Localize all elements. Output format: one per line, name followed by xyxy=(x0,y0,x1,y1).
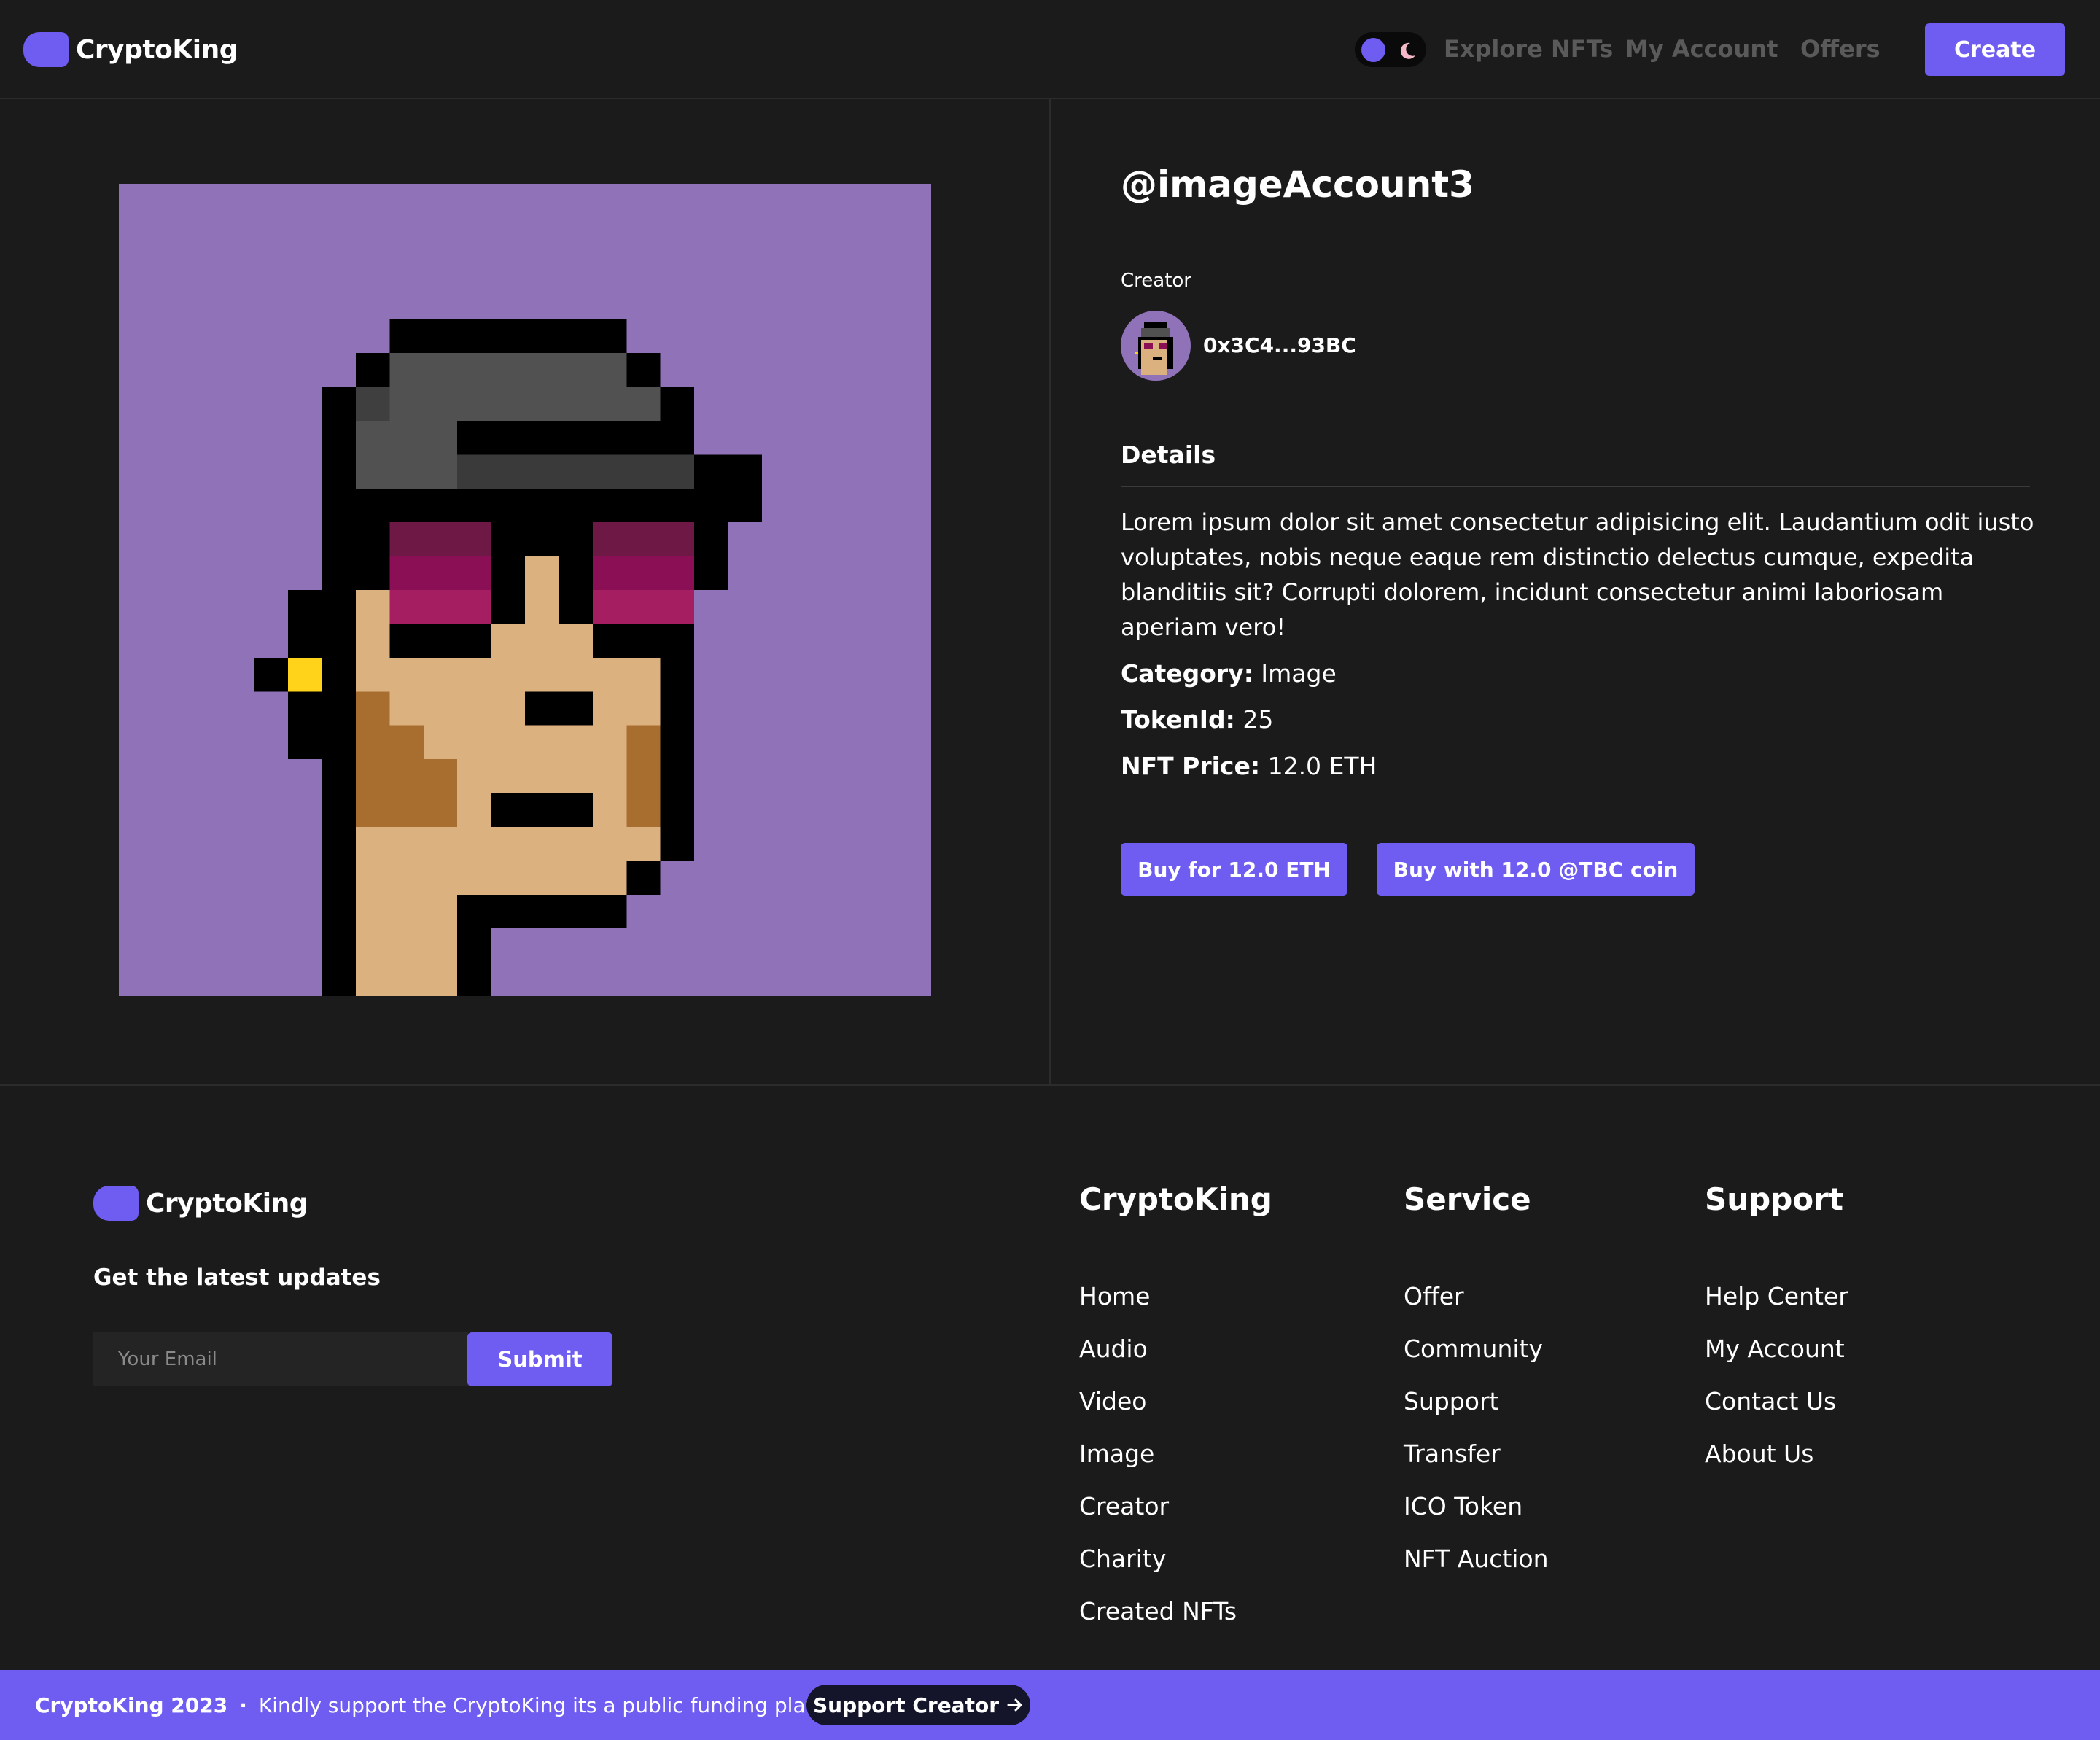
tokenid-row: TokenId: 25 xyxy=(1121,705,1273,734)
logo-icon xyxy=(23,32,69,67)
footer-link-support[interactable]: Support xyxy=(1404,1387,1498,1416)
details-divider xyxy=(1121,486,2030,487)
submit-button[interactable]: Submit xyxy=(467,1332,612,1386)
bottom-bar: CryptoKing 2023 · Kindly support the Cry… xyxy=(0,1670,2100,1740)
footer-link-community[interactable]: Community xyxy=(1404,1335,1543,1364)
category-value: Image xyxy=(1261,659,1337,688)
price-row: NFT Price: 12.0 ETH xyxy=(1121,752,1377,781)
main-column-divider xyxy=(1049,99,1051,1085)
footer-heading-support: Support xyxy=(1705,1181,1843,1217)
nft-description: Lorem ipsum dolor sit amet consectetur a… xyxy=(1121,508,2034,641)
price-label: NFT Price: xyxy=(1121,752,1261,780)
footer-link-offer[interactable]: Offer xyxy=(1404,1282,1464,1311)
tokenid-value: 25 xyxy=(1242,705,1274,734)
separator-dot: · xyxy=(239,1693,247,1717)
support-message: Kindly support the CryptoKing its a publ… xyxy=(258,1693,861,1717)
details-heading: Details xyxy=(1121,440,1216,469)
site-header: CryptoKing Explore NFTs My Account Offer… xyxy=(0,0,2100,99)
create-button[interactable]: Create xyxy=(1925,23,2065,76)
bottom-bar-text: CryptoKing 2023 · Kindly support the Cry… xyxy=(35,1670,861,1740)
main-bottom-divider xyxy=(0,1084,2100,1086)
theme-toggle[interactable] xyxy=(1355,32,1426,67)
brand-logo[interactable]: CryptoKing xyxy=(23,32,238,67)
footer-link-nft-auction[interactable]: NFT Auction xyxy=(1404,1545,1549,1574)
nft-title: @imageAccount3 xyxy=(1121,163,1474,206)
footer-heading-service: Service xyxy=(1404,1181,1531,1217)
footer-link-ico-token[interactable]: ICO Token xyxy=(1404,1492,1522,1521)
email-input[interactable] xyxy=(93,1332,468,1386)
footer-brand-name: CryptoKing xyxy=(146,1188,308,1219)
buy-eth-button[interactable]: Buy for 12.0 ETH xyxy=(1121,843,1348,896)
footer-heading-cryptoking: CryptoKing xyxy=(1079,1181,1272,1217)
theme-toggle-sun-icon xyxy=(1361,38,1385,62)
nav-explore-nfts[interactable]: Explore NFTs xyxy=(1444,34,1613,63)
creator-avatar-image xyxy=(1121,311,1191,381)
support-creator-button[interactable]: Support Creator xyxy=(806,1685,1030,1725)
footer-link-transfer[interactable]: Transfer xyxy=(1404,1440,1501,1469)
footer-brand-logo[interactable]: CryptoKing xyxy=(93,1186,308,1221)
tokenid-label: TokenId: xyxy=(1121,705,1235,734)
footer-link-help-center[interactable]: Help Center xyxy=(1705,1282,1848,1311)
copyright-text: CryptoKing 2023 xyxy=(35,1693,228,1717)
footer-link-audio[interactable]: Audio xyxy=(1079,1335,1148,1364)
footer-link-home[interactable]: Home xyxy=(1079,1282,1150,1311)
price-value: 12.0 ETH xyxy=(1267,752,1377,780)
nav-offers[interactable]: Offers xyxy=(1800,34,1881,63)
nav-my-account[interactable]: My Account xyxy=(1625,34,1778,63)
footer-link-my-account[interactable]: My Account xyxy=(1705,1335,1845,1364)
footer-link-creator[interactable]: Creator xyxy=(1079,1492,1169,1521)
arrow-right-icon xyxy=(1007,1698,1022,1712)
footer-link-charity[interactable]: Charity xyxy=(1079,1545,1166,1574)
creator-address[interactable]: 0x3C4...93BC xyxy=(1203,333,1356,359)
footer-logo-icon xyxy=(93,1186,139,1221)
updates-label: Get the latest updates xyxy=(93,1265,381,1291)
footer-link-about-us[interactable]: About Us xyxy=(1705,1440,1813,1469)
nft-artwork-image xyxy=(119,184,931,996)
footer-link-contact-us[interactable]: Contact Us xyxy=(1705,1387,1836,1416)
brand-name: CryptoKing xyxy=(76,34,238,65)
creator-label: Creator xyxy=(1121,270,1191,292)
footer-link-image[interactable]: Image xyxy=(1079,1440,1154,1469)
footer-link-created-nfts[interactable]: Created NFTs xyxy=(1079,1597,1237,1626)
support-creator-label: Support Creator xyxy=(812,1693,1000,1717)
footer-link-video[interactable]: Video xyxy=(1079,1387,1146,1416)
buy-coin-button[interactable]: Buy with 12.0 @TBC coin xyxy=(1377,843,1695,896)
creator-avatar[interactable] xyxy=(1121,311,1191,381)
category-row: Category: Image xyxy=(1121,659,1337,688)
moon-icon xyxy=(1400,42,1415,59)
category-label: Category: xyxy=(1121,659,1253,688)
